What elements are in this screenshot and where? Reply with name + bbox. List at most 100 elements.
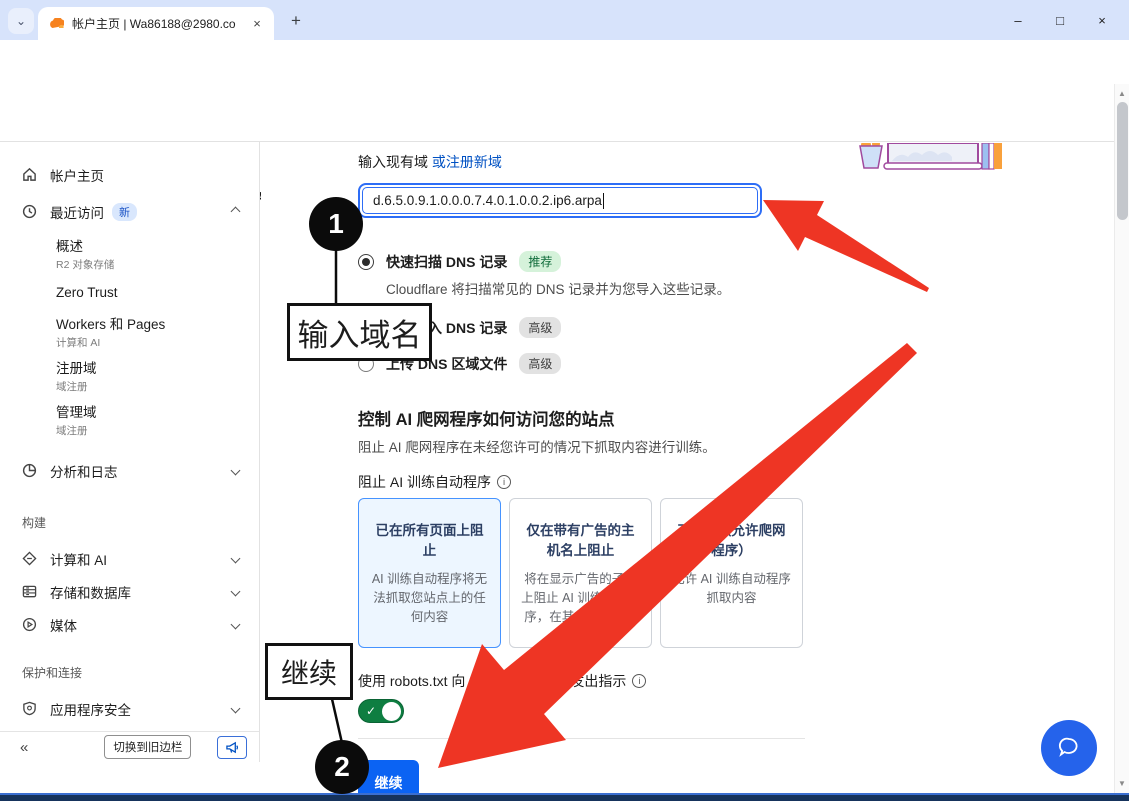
toggle-knob bbox=[382, 702, 401, 721]
sidebar-item-app-security[interactable]: 应用程序安全 bbox=[0, 692, 259, 725]
recommended-badge: 推荐 bbox=[519, 251, 561, 272]
step-2-label-box: 继续 bbox=[265, 643, 353, 700]
card-title: 仅在带有广告的主机名上阻止 bbox=[520, 521, 641, 560]
tab-close-icon[interactable]: × bbox=[248, 15, 266, 33]
sidebar-footer: « 切换到旧边栏 bbox=[0, 731, 259, 762]
sidebar-item-label: 帐户主页 bbox=[50, 165, 104, 185]
chevron-down-icon[interactable] bbox=[231, 466, 241, 476]
card-block-ad-hostnames[interactable]: 仅在带有广告的主机名上阻止 将在显示广告的子域上阻止 AI 训练自动程序，在其他… bbox=[509, 498, 652, 648]
sidebar-section-build: 构建 bbox=[0, 514, 259, 531]
radio-label: 快速扫描 DNS 记录 bbox=[386, 252, 507, 272]
megaphone-icon bbox=[225, 741, 240, 754]
card-title: 不阻止（允许爬网程序） bbox=[671, 521, 792, 560]
tab-title: 帐户主页 | Wa86188@2980.co bbox=[72, 15, 248, 32]
code-icon bbox=[22, 551, 37, 566]
sidebar-item-analytics[interactable]: 分析和日志 bbox=[0, 454, 259, 487]
block-ai-label-text: 阻止 AI 训练自动程序 bbox=[358, 472, 491, 492]
card-description: 允许 AI 训练自动程序抓取内容 bbox=[671, 570, 792, 608]
subitem-sub: R2 对象存储 bbox=[56, 257, 259, 272]
check-icon: ✓ bbox=[366, 704, 376, 718]
radio-selected-icon[interactable] bbox=[358, 254, 374, 270]
chevron-up-icon[interactable] bbox=[231, 207, 241, 217]
subitem-label: 管理域 bbox=[56, 401, 259, 421]
window-close-button[interactable]: × bbox=[1095, 13, 1109, 28]
step-1-marker: 1 bbox=[309, 197, 363, 251]
card-description: 将在显示广告的子域上阻止 AI 训练自动程序，在其他位置不阻止 bbox=[520, 570, 641, 645]
domain-input-value: d.6.5.0.9.1.0.0.0.7.4.0.1.0.0.2.ip6.arpa bbox=[373, 193, 602, 208]
chevron-down-icon[interactable] bbox=[231, 587, 241, 597]
subitem-label: 概述 bbox=[56, 235, 259, 255]
play-circle-icon bbox=[22, 617, 37, 632]
support-chat-button[interactable] bbox=[1041, 720, 1097, 776]
sidebar: 帐户主页 最近访问 新 概述 R2 对象存储 Zero Trust Worker… bbox=[0, 142, 260, 762]
sidebar-section-protect: 保护和连接 bbox=[0, 664, 259, 681]
advanced-badge: 高级 bbox=[519, 353, 561, 374]
announcement-button[interactable] bbox=[217, 736, 247, 759]
scrollbar-thumb[interactable] bbox=[1117, 102, 1128, 220]
browser-toolbar: ← → ⟳ dash.cloudflare.com/aafa0ec58f580b… bbox=[0, 40, 1129, 84]
analytics-icon bbox=[22, 463, 37, 478]
legacy-sidebar-button[interactable]: 切换到旧边栏 bbox=[104, 735, 191, 759]
text-caret bbox=[603, 193, 604, 209]
shield-icon bbox=[22, 701, 37, 716]
chevron-down-icon[interactable] bbox=[231, 620, 241, 630]
robots-txt-toggle[interactable]: ✓ bbox=[358, 699, 404, 723]
card-block-all-pages[interactable]: 已在所有页面上阻止 AI 训练自动程序将无法抓取您站点上的任何内容 bbox=[358, 498, 501, 648]
window-minimize-button[interactable]: – bbox=[1011, 13, 1025, 28]
main-content: 输入现有域 或注册新域 d.6.5.0.9.1.0.0.0.7.4.0.1.0.… bbox=[261, 143, 1114, 793]
sidebar-subitem-workers-pages[interactable]: Workers 和 Pages 计算和 AI bbox=[0, 313, 259, 350]
info-icon[interactable]: i bbox=[497, 475, 511, 489]
domain-input[interactable]: d.6.5.0.9.1.0.0.0.7.4.0.1.0.0.2.ip6.arpa bbox=[362, 187, 758, 214]
card-do-not-block[interactable]: 不阻止（允许爬网程序） 允许 AI 训练自动程序抓取内容 bbox=[660, 498, 803, 648]
sidebar-subitem-overview[interactable]: 概述 R2 对象存储 bbox=[0, 235, 259, 272]
domain-label-text: 输入现有域 bbox=[358, 154, 428, 170]
browser-titlebar: ⌄ 帐户主页 | Wa86188@2980.co × + – □ × bbox=[0, 0, 1129, 40]
robots-txt-label: 使用 robots.txt 向 AI 自动程序郑重发出指示 i bbox=[358, 671, 810, 691]
subitem-sub: 计算和 AI bbox=[56, 335, 259, 350]
sidebar-collapse-icon[interactable]: « bbox=[20, 739, 28, 756]
chevron-down-icon[interactable] bbox=[231, 554, 241, 564]
sidebar-subitem-zero-trust[interactable]: Zero Trust bbox=[0, 285, 259, 300]
page-scrollbar[interactable]: ▲ ▼ bbox=[1114, 84, 1129, 793]
scroll-down-icon[interactable]: ▼ bbox=[1117, 779, 1127, 788]
chat-bubble-icon bbox=[1057, 737, 1081, 759]
info-icon[interactable]: i bbox=[632, 674, 646, 688]
sidebar-item-recent[interactable]: 最近访问 新 bbox=[0, 195, 259, 228]
new-badge: 新 bbox=[112, 203, 137, 221]
subitem-sub: 域注册 bbox=[56, 423, 259, 438]
domain-input-wrapper: d.6.5.0.9.1.0.0.0.7.4.0.1.0.0.2.ip6.arpa bbox=[358, 183, 762, 218]
radio-option-quick-scan[interactable]: 快速扫描 DNS 记录 推荐 bbox=[358, 251, 810, 272]
ai-crawler-heading: 控制 AI 爬网程序如何访问您的站点 bbox=[358, 406, 810, 430]
radio-description: Cloudflare 将扫描常见的 DNS 记录并为您导入这些记录。 bbox=[386, 278, 810, 298]
window-maximize-button[interactable]: □ bbox=[1053, 13, 1067, 28]
sidebar-item-media[interactable]: 媒体 bbox=[0, 608, 259, 641]
sidebar-item-label: 媒体 bbox=[50, 615, 77, 635]
subitem-sub: 域注册 bbox=[56, 379, 259, 394]
subitem-label: Zero Trust bbox=[56, 285, 259, 300]
scroll-up-icon[interactable]: ▲ bbox=[1117, 89, 1127, 98]
sidebar-subitem-register-domain[interactable]: 注册域 域注册 bbox=[0, 357, 259, 394]
sidebar-item-account-home[interactable]: 帐户主页 bbox=[0, 158, 259, 191]
sidebar-item-label: 计算和 AI bbox=[50, 549, 107, 569]
sidebar-subitem-manage-domain[interactable]: 管理域 域注册 bbox=[0, 401, 259, 438]
new-tab-button[interactable]: + bbox=[284, 9, 308, 33]
sidebar-item-label: 应用程序安全 bbox=[50, 699, 131, 719]
sidebar-item-label: 分析和日志 bbox=[50, 461, 118, 481]
ai-block-cards: 已在所有页面上阻止 AI 训练自动程序将无法抓取您站点上的任何内容 仅在带有广告… bbox=[358, 498, 810, 648]
divider bbox=[358, 738, 805, 739]
chevron-down-icon[interactable] bbox=[231, 704, 241, 714]
register-new-domain-link[interactable]: 或注册新域 bbox=[432, 154, 502, 170]
card-title: 已在所有页面上阻止 bbox=[369, 521, 490, 560]
browser-window: ⌄ 帐户主页 | Wa86188@2980.co × + – □ × ← → ⟳ bbox=[0, 0, 1129, 801]
sidebar-item-label: 最近访问 bbox=[50, 202, 104, 222]
sidebar-item-compute-ai[interactable]: 计算和 AI bbox=[0, 542, 259, 575]
robots-txt-label-text: 使用 robots.txt 向 AI 自动程序郑重发出指示 bbox=[358, 671, 626, 691]
sidebar-item-storage[interactable]: 存储和数据库 bbox=[0, 575, 259, 608]
cloudflare-header: Wa86188@2980.com's Account 转到... Ctrl+K … bbox=[0, 84, 1129, 142]
subitem-label: Workers 和 Pages bbox=[56, 313, 259, 333]
block-ai-label: 阻止 AI 训练自动程序 i bbox=[358, 472, 810, 492]
database-icon bbox=[22, 584, 37, 599]
tab-search-button[interactable]: ⌄ bbox=[8, 8, 34, 34]
subitem-label: 注册域 bbox=[56, 357, 259, 377]
browser-tab[interactable]: 帐户主页 | Wa86188@2980.co × bbox=[38, 7, 274, 40]
